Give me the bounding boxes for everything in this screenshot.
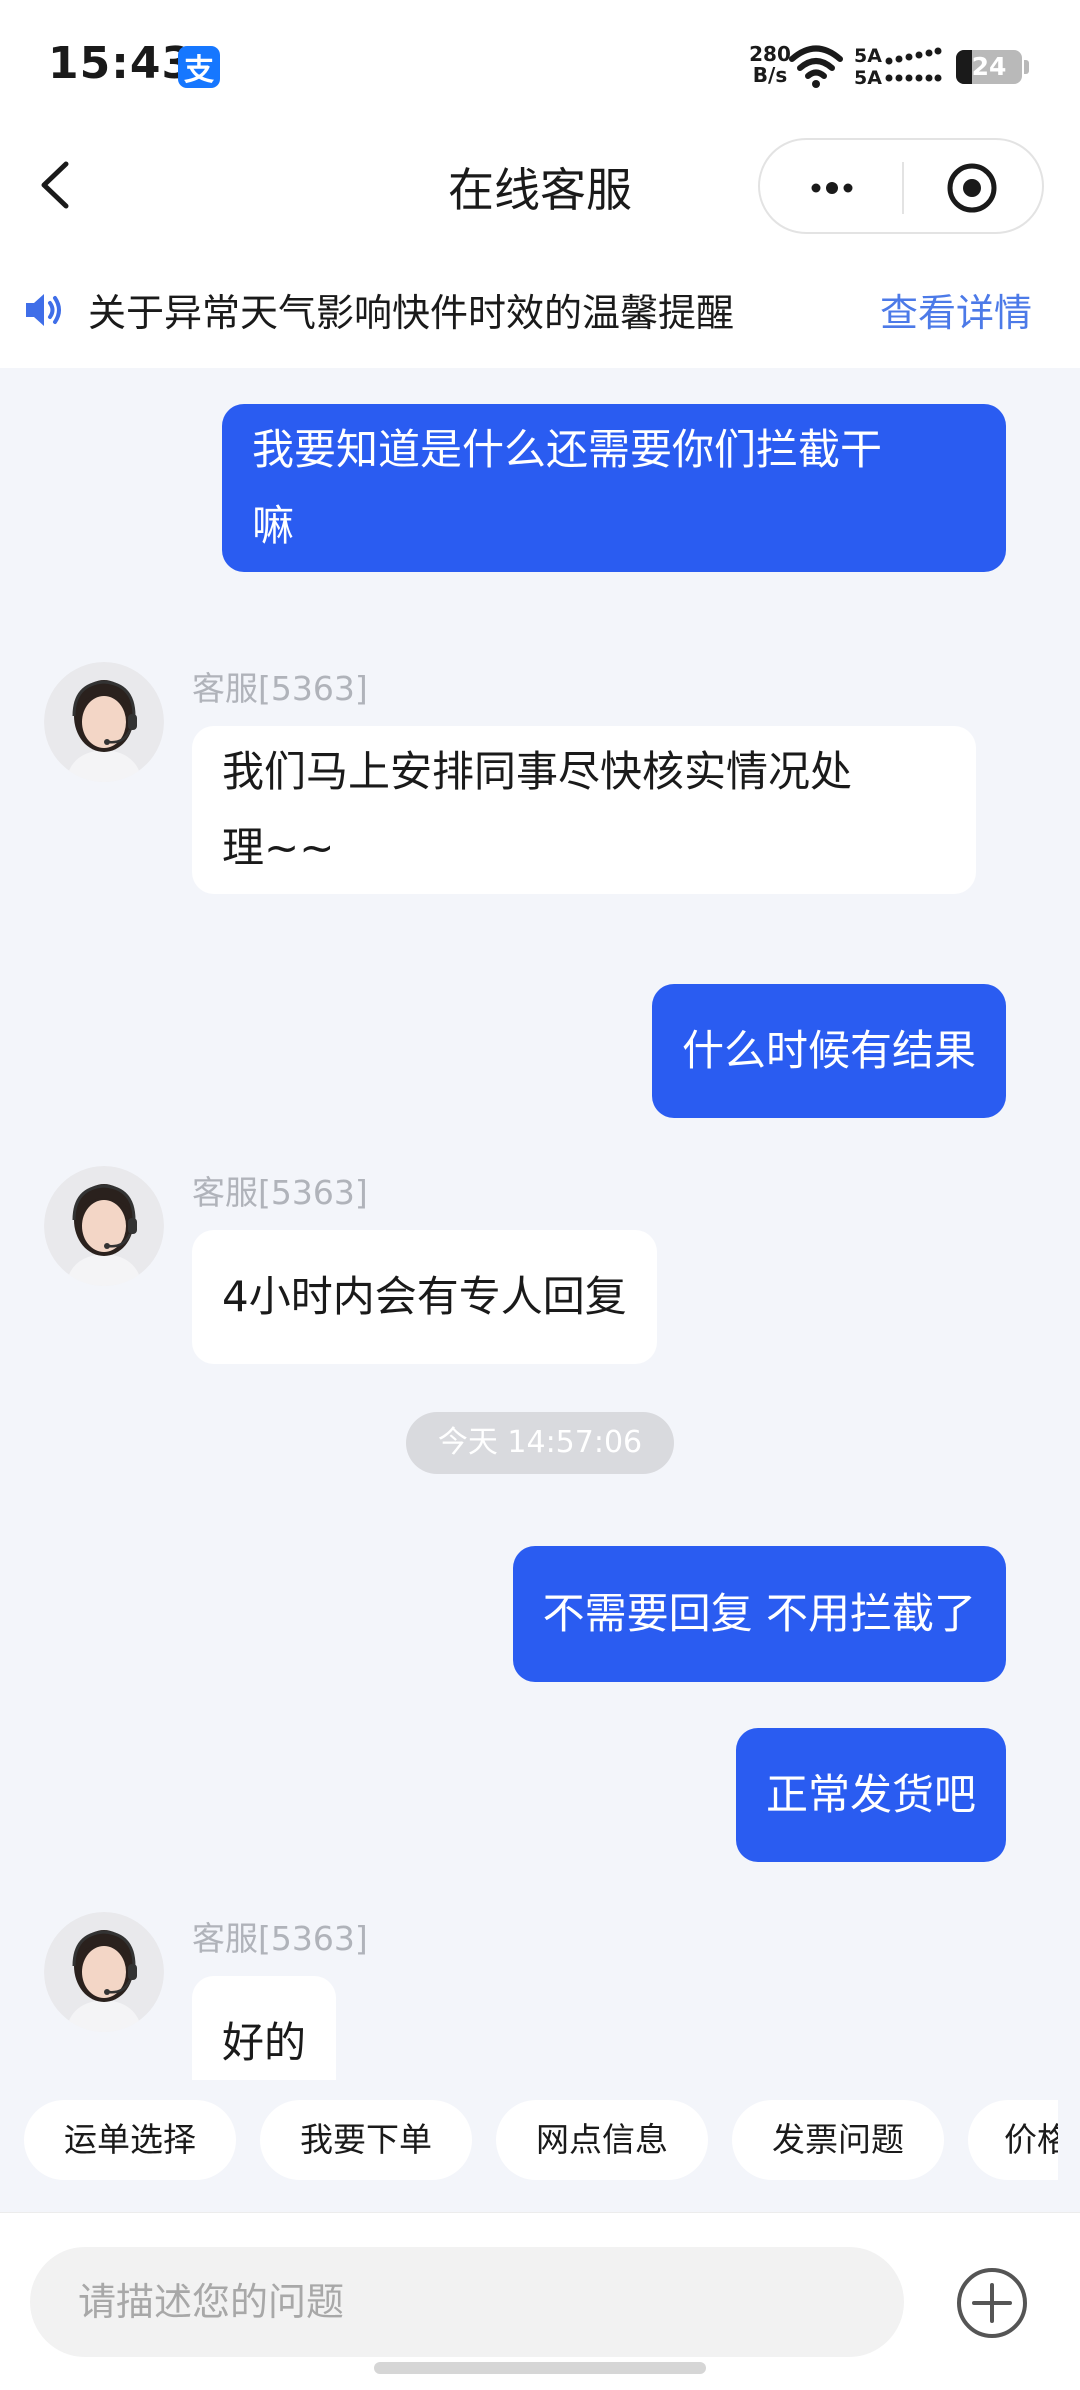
- more-dots-icon[interactable]: [802, 164, 862, 212]
- message-line: 我们马上安排同事尽快核实情况处: [222, 747, 853, 796]
- quick-reply-waybill[interactable]: 运单选择: [24, 2100, 236, 2180]
- add-plus-icon[interactable]: [954, 2265, 1030, 2341]
- agent-name: 客服[5363]: [192, 1173, 368, 1212]
- signal-label-sim1: 5A: [854, 45, 882, 67]
- agent-avatar[interactable]: [44, 1166, 164, 1286]
- message-line: 我要知道是什么还需要你们拦截干: [252, 425, 883, 474]
- signal-bars-icon: [885, 47, 942, 65]
- speaker-icon: [26, 294, 61, 326]
- quick-reply-bar[interactable]: 运单选择 我要下单 网点信息 发票问题 价格: [0, 2100, 1058, 2180]
- quick-reply-outlet[interactable]: 网点信息: [496, 2100, 708, 2180]
- chat-page: 15:43 支 280 B/s 5A 5A 24 在线客服 关于异常天气影响快件…: [0, 0, 1080, 2390]
- signal-bars-icon: [885, 74, 942, 82]
- status-bar: 15:43 支 280 B/s 5A 5A 24: [0, 0, 1080, 130]
- user-message-bubble[interactable]: 正常发货吧: [735, 1728, 1006, 1862]
- agent-message-bubble[interactable]: 好的: [192, 1976, 337, 2080]
- agent-message-bubble[interactable]: 4小时内会有专人回复: [192, 1230, 657, 1364]
- nav-header: 在线客服: [0, 130, 1080, 240]
- signal-label-sim2: 5A: [854, 67, 882, 89]
- notice-details-link[interactable]: 查看详情: [880, 282, 1032, 337]
- agent-avatar[interactable]: [44, 662, 164, 782]
- capsule-divider: [902, 162, 904, 214]
- agent-name: 客服[5363]: [192, 1919, 368, 1958]
- user-message-bubble[interactable]: 不需要回复 不用拦截了: [512, 1546, 1006, 1682]
- agent-message-bubble[interactable]: 我们马上安排同事尽快核实情况处 理~~: [192, 726, 976, 894]
- wifi-icon: [789, 45, 843, 88]
- close-target-icon[interactable]: [944, 160, 1000, 216]
- quick-reply-invoice[interactable]: 发票问题: [732, 2100, 944, 2180]
- notice-text: 关于异常天气影响快件时效的温馨提醒: [88, 291, 735, 335]
- message-line: 嘛: [252, 501, 295, 550]
- chat-list[interactable]: 我要知道是什么还需要你们拦截干 嘛 客服[5363] 我们马上安排同事尽快核实情…: [0, 368, 1080, 2080]
- quick-reply-order[interactable]: 我要下单: [260, 2100, 472, 2180]
- quick-reply-price[interactable]: 价格: [968, 2100, 1058, 2180]
- alipay-app-icon: 支: [178, 46, 220, 88]
- battery-cap: [1024, 60, 1029, 74]
- notice-banner: 关于异常天气影响快件时效的温馨提醒 查看详情: [0, 250, 1080, 368]
- agent-avatar[interactable]: [44, 1912, 164, 2032]
- mini-program-capsule: [758, 138, 1044, 234]
- timestamp-chip: 今天 14:57:06: [406, 1412, 674, 1474]
- home-indicator[interactable]: [374, 2362, 706, 2374]
- battery-level: 24: [971, 52, 1007, 81]
- battery-icon: 24: [956, 50, 1022, 84]
- message-line: 理~~: [222, 823, 335, 872]
- agent-name: 客服[5363]: [192, 669, 368, 708]
- user-message-bubble[interactable]: 什么时候有结果: [651, 984, 1006, 1118]
- user-message-bubble[interactable]: 我要知道是什么还需要你们拦截干 嘛: [222, 404, 1006, 572]
- message-input[interactable]: [30, 2247, 904, 2357]
- cellular-signal: 5A 5A: [854, 44, 942, 90]
- status-time: 15:43: [48, 38, 194, 89]
